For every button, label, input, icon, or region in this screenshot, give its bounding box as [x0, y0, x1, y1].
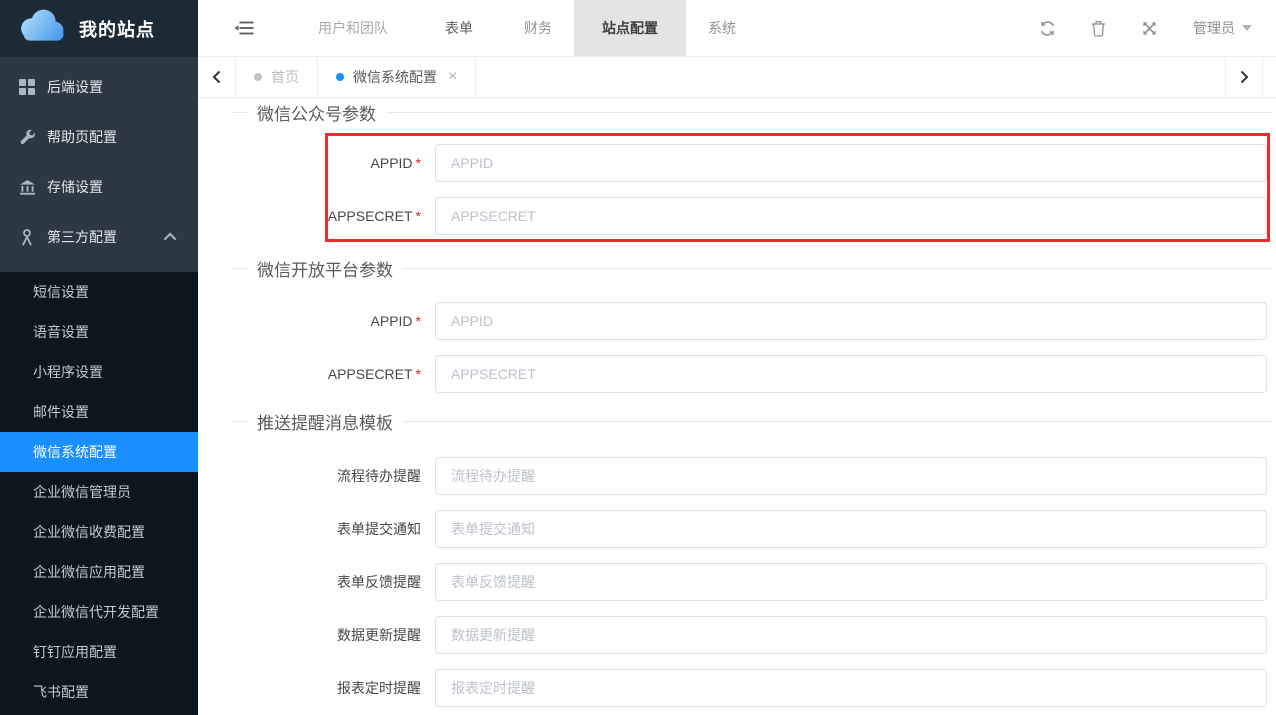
sidebar-item-storage-settings[interactable]: 存储设置 — [0, 162, 198, 212]
section-title: 推送提醒消息模板 — [247, 409, 403, 434]
tabs-scroll-left-icon[interactable] — [198, 57, 236, 97]
submenu-item-wechat-system-config[interactable]: 微信系统配置 — [0, 432, 198, 472]
form-submit-notice-input[interactable] — [435, 510, 1267, 548]
field-label: APPSECRET* — [233, 208, 421, 224]
sidebar-item-help-page-config[interactable]: 帮助页配置 — [0, 112, 198, 162]
main-area: 用户和团队 表单 财务 站点配置 系统 — [198, 0, 1276, 715]
top-navbar: 用户和团队 表单 财务 站点配置 系统 — [198, 0, 1276, 57]
open-appsecret-input[interactable] — [435, 355, 1267, 393]
site-title: 我的站点 — [79, 16, 155, 42]
tab-status-dot — [254, 73, 262, 81]
form-row-data-update: 数据更新提醒 — [233, 616, 1272, 654]
report-schedule-input[interactable] — [435, 669, 1267, 707]
submenu-item-mail-settings[interactable]: 邮件设置 — [0, 392, 198, 432]
field-label: APPSECRET* — [233, 366, 421, 382]
field-label: 流程待办提醒 — [233, 466, 421, 486]
submenu-item-wecom-dev-config[interactable]: 企业微信代开发配置 — [0, 592, 198, 632]
form-row-appsecret: APPSECRET* — [233, 355, 1272, 393]
tabs-scroll-right-icon[interactable] — [1225, 57, 1263, 97]
field-label: 数据更新提醒 — [233, 625, 421, 645]
form-row-form-submit-notice: 表单提交通知 — [233, 510, 1272, 548]
wrench-icon — [18, 128, 36, 146]
top-tab-finance[interactable]: 财务 — [502, 0, 574, 56]
required-asterisk: * — [416, 155, 421, 171]
section-rows-official-account: APPID* APPSECRET* — [233, 144, 1272, 235]
sidebar-submenu: 短信设置 语音设置 小程序设置 邮件设置 微信系统配置 企业微信管理员 企业微信… — [0, 272, 198, 715]
page-tab-label: 首页 — [271, 67, 299, 87]
form-row-workflow-todo: 流程待办提醒 — [233, 457, 1272, 495]
sidebar-main-nav: 后端设置 帮助页配置 存储设置 — [0, 57, 198, 272]
form-feedback-input[interactable] — [435, 563, 1267, 601]
bank-icon — [18, 178, 36, 196]
close-icon[interactable]: × — [448, 69, 457, 85]
submenu-item-dingtalk-app-config[interactable]: 钉钉应用配置 — [0, 632, 198, 672]
top-tab-site-config[interactable]: 站点配置 — [574, 0, 686, 56]
top-tab-users-teams[interactable]: 用户和团队 — [290, 0, 416, 56]
tab-status-dot — [336, 73, 344, 81]
sidebar: 我的站点 后端设置 帮助页配置 — [0, 0, 198, 715]
required-asterisk: * — [416, 366, 421, 382]
page-tab-home[interactable]: 首页 — [236, 57, 318, 97]
required-asterisk: * — [416, 208, 421, 224]
form-row-appid: APPID* — [233, 302, 1272, 340]
submenu-item-wecom-admin[interactable]: 企业微信管理员 — [0, 472, 198, 512]
sidebar-item-backend-settings[interactable]: 后端设置 — [0, 62, 198, 112]
page-tabbar: 首页 微信系统配置 × — [198, 57, 1276, 98]
fullscreen-icon[interactable] — [1141, 20, 1158, 37]
sidebar-item-third-party-config[interactable]: 第三方配置 — [0, 212, 198, 262]
top-tab-system[interactable]: 系统 — [686, 0, 758, 56]
field-label: APPID* — [233, 155, 421, 171]
field-label: APPID* — [233, 313, 421, 329]
top-nav-tabs: 用户和团队 表单 财务 站点配置 系统 — [290, 0, 758, 56]
appsecret-input[interactable] — [435, 197, 1267, 235]
app-logo: 我的站点 — [0, 0, 198, 57]
required-asterisk: * — [416, 313, 421, 329]
appid-input[interactable] — [435, 144, 1267, 182]
workflow-todo-input[interactable] — [435, 457, 1267, 495]
page-tab-wechat-system-config[interactable]: 微信系统配置 × — [318, 57, 476, 97]
submenu-item-feishu-config[interactable]: 飞书配置 — [0, 672, 198, 712]
section-rows-push-templates: 流程待办提醒 表单提交通知 表单反馈提醒 数据更新提醒 报表定时提醒 — [233, 457, 1272, 707]
submenu-item-wecom-billing-config[interactable]: 企业微信收费配置 — [0, 512, 198, 552]
chevron-up-icon — [164, 232, 177, 245]
user-menu[interactable]: 管理员 — [1193, 18, 1252, 38]
section-divider-open-platform: 微信开放平台参数 — [233, 256, 1272, 280]
field-label: 表单提交通知 — [233, 519, 421, 539]
sidebar-item-label: 存储设置 — [47, 177, 103, 197]
refresh-icon[interactable] — [1039, 20, 1056, 37]
menu-fold-icon[interactable] — [234, 19, 256, 37]
data-update-input[interactable] — [435, 616, 1267, 654]
top-actions: 管理员 — [1039, 18, 1276, 38]
submenu-item-miniprogram-settings[interactable]: 小程序设置 — [0, 352, 198, 392]
form-content: 微信公众号参数 APPID* APPSECRET* 微信开放平台参数 APPID… — [198, 98, 1276, 715]
trash-icon[interactable] — [1091, 20, 1106, 37]
page-tab-label: 微信系统配置 — [353, 67, 437, 87]
submenu-item-sms-settings[interactable]: 短信设置 — [0, 272, 198, 312]
submenu-item-voice-settings[interactable]: 语音设置 — [0, 312, 198, 352]
form-row-appsecret: APPSECRET* — [233, 197, 1272, 235]
field-label: 表单反馈提醒 — [233, 572, 421, 592]
top-tab-forms[interactable]: 表单 — [416, 0, 502, 56]
sidebar-item-label: 后端设置 — [47, 77, 103, 97]
section-divider-push-templates: 推送提醒消息模板 — [233, 409, 1272, 433]
section-title: 微信开放平台参数 — [247, 256, 403, 281]
cloud-icon — [13, 7, 69, 50]
app-root: 我的站点 后端设置 帮助页配置 — [0, 0, 1276, 715]
user-name-label: 管理员 — [1193, 18, 1235, 38]
sidebar-item-label: 第三方配置 — [47, 227, 117, 247]
form-row-form-feedback: 表单反馈提醒 — [233, 563, 1272, 601]
field-label: 报表定时提醒 — [233, 678, 421, 698]
section-rows-open-platform: APPID* APPSECRET* — [233, 302, 1272, 393]
sidebar-item-label: 帮助页配置 — [47, 127, 117, 147]
form-row-report-schedule: 报表定时提醒 — [233, 669, 1272, 707]
section-title: 微信公众号参数 — [247, 100, 386, 125]
caret-down-icon — [1242, 25, 1252, 31]
user-icon — [18, 228, 36, 246]
section-divider-official-account: 微信公众号参数 — [233, 100, 1272, 124]
form-row-appid: APPID* — [233, 144, 1272, 182]
submenu-item-wecom-app-config[interactable]: 企业微信应用配置 — [0, 552, 198, 592]
open-appid-input[interactable] — [435, 302, 1267, 340]
grid-icon — [18, 78, 36, 96]
